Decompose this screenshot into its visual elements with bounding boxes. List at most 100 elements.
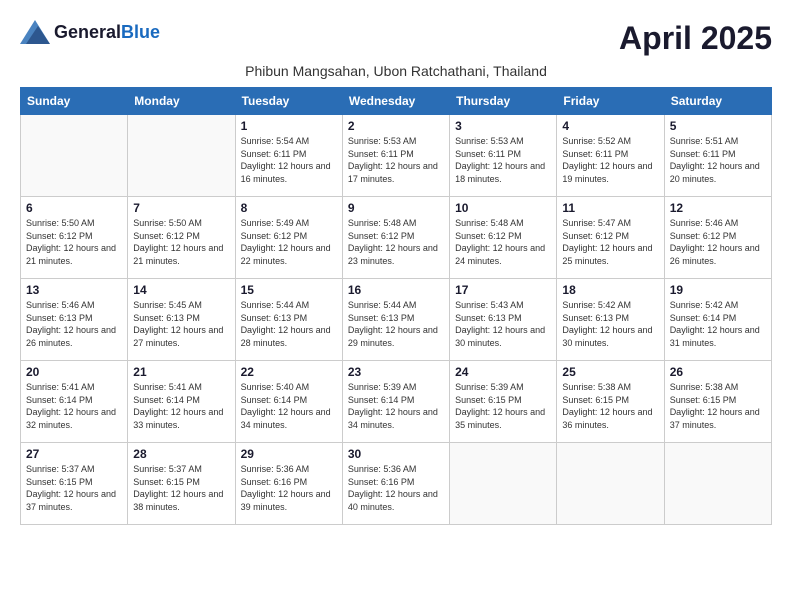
calendar-cell: 21 Sunrise: 5:41 AM Sunset: 6:14 PM Dayli… <box>128 361 235 443</box>
day-number: 27 <box>26 447 122 461</box>
calendar-cell: 15 Sunrise: 5:44 AM Sunset: 6:13 PM Dayli… <box>235 279 342 361</box>
logo-general: General <box>54 22 121 42</box>
day-number: 20 <box>26 365 122 379</box>
calendar-cell: 20 Sunrise: 5:41 AM Sunset: 6:14 PM Dayli… <box>21 361 128 443</box>
header-day-thursday: Thursday <box>450 88 557 115</box>
day-info: Sunrise: 5:50 AM Sunset: 6:12 PM Dayligh… <box>133 217 229 267</box>
day-info: Sunrise: 5:40 AM Sunset: 6:14 PM Dayligh… <box>241 381 337 431</box>
header-day-friday: Friday <box>557 88 664 115</box>
day-info: Sunrise: 5:45 AM Sunset: 6:13 PM Dayligh… <box>133 299 229 349</box>
header-day-tuesday: Tuesday <box>235 88 342 115</box>
calendar-cell: 28 Sunrise: 5:37 AM Sunset: 6:15 PM Dayli… <box>128 443 235 525</box>
day-number: 1 <box>241 119 337 133</box>
day-info: Sunrise: 5:43 AM Sunset: 6:13 PM Dayligh… <box>455 299 551 349</box>
day-number: 8 <box>241 201 337 215</box>
calendar-cell: 26 Sunrise: 5:38 AM Sunset: 6:15 PM Dayli… <box>664 361 771 443</box>
day-info: Sunrise: 5:48 AM Sunset: 6:12 PM Dayligh… <box>348 217 444 267</box>
day-info: Sunrise: 5:36 AM Sunset: 6:16 PM Dayligh… <box>241 463 337 513</box>
header-day-monday: Monday <box>128 88 235 115</box>
day-number: 10 <box>455 201 551 215</box>
day-number: 13 <box>26 283 122 297</box>
day-info: Sunrise: 5:52 AM Sunset: 6:11 PM Dayligh… <box>562 135 658 185</box>
day-info: Sunrise: 5:38 AM Sunset: 6:15 PM Dayligh… <box>670 381 766 431</box>
calendar-cell: 17 Sunrise: 5:43 AM Sunset: 6:13 PM Dayli… <box>450 279 557 361</box>
day-number: 5 <box>670 119 766 133</box>
calendar-cell <box>21 115 128 197</box>
day-info: Sunrise: 5:54 AM Sunset: 6:11 PM Dayligh… <box>241 135 337 185</box>
day-number: 9 <box>348 201 444 215</box>
day-info: Sunrise: 5:38 AM Sunset: 6:15 PM Dayligh… <box>562 381 658 431</box>
day-info: Sunrise: 5:37 AM Sunset: 6:15 PM Dayligh… <box>133 463 229 513</box>
header-day-sunday: Sunday <box>21 88 128 115</box>
day-number: 23 <box>348 365 444 379</box>
calendar-cell: 1 Sunrise: 5:54 AM Sunset: 6:11 PM Daylig… <box>235 115 342 197</box>
day-info: Sunrise: 5:50 AM Sunset: 6:12 PM Dayligh… <box>26 217 122 267</box>
logo: GeneralBlue <box>20 20 160 44</box>
calendar-cell: 4 Sunrise: 5:52 AM Sunset: 6:11 PM Daylig… <box>557 115 664 197</box>
day-info: Sunrise: 5:41 AM Sunset: 6:14 PM Dayligh… <box>26 381 122 431</box>
day-info: Sunrise: 5:47 AM Sunset: 6:12 PM Dayligh… <box>562 217 658 267</box>
day-number: 24 <box>455 365 551 379</box>
calendar-cell: 13Sunrise: 5:46 AM Sunset: 6:13 PM Dayli… <box>21 279 128 361</box>
header-day-saturday: Saturday <box>664 88 771 115</box>
calendar-cell: 12 Sunrise: 5:46 AM Sunset: 6:12 PM Dayli… <box>664 197 771 279</box>
day-number: 26 <box>670 365 766 379</box>
header-day-wednesday: Wednesday <box>342 88 449 115</box>
day-info: Sunrise: 5:44 AM Sunset: 6:13 PM Dayligh… <box>241 299 337 349</box>
calendar-cell: 8Sunrise: 5:49 AM Sunset: 6:12 PM Daylig… <box>235 197 342 279</box>
week-row-3: 13Sunrise: 5:46 AM Sunset: 6:13 PM Dayli… <box>21 279 772 361</box>
day-info: Sunrise: 5:36 AM Sunset: 6:16 PM Dayligh… <box>348 463 444 513</box>
calendar-cell <box>128 115 235 197</box>
calendar-cell: 7 Sunrise: 5:50 AM Sunset: 6:12 PM Daylig… <box>128 197 235 279</box>
calendar-cell <box>450 443 557 525</box>
day-number: 6 <box>26 201 122 215</box>
day-number: 15 <box>241 283 337 297</box>
calendar-header: SundayMondayTuesdayWednesdayThursdayFrid… <box>21 88 772 115</box>
calendar-body: 1 Sunrise: 5:54 AM Sunset: 6:11 PM Daylig… <box>21 115 772 525</box>
day-number: 21 <box>133 365 229 379</box>
day-info: Sunrise: 5:39 AM Sunset: 6:15 PM Dayligh… <box>455 381 551 431</box>
day-info: Sunrise: 5:53 AM Sunset: 6:11 PM Dayligh… <box>455 135 551 185</box>
day-number: 30 <box>348 447 444 461</box>
day-info: Sunrise: 5:41 AM Sunset: 6:14 PM Dayligh… <box>133 381 229 431</box>
header: GeneralBlue April 2025 <box>20 20 772 57</box>
day-number: 18 <box>562 283 658 297</box>
calendar-cell: 9 Sunrise: 5:48 AM Sunset: 6:12 PM Daylig… <box>342 197 449 279</box>
day-info: Sunrise: 5:37 AM Sunset: 6:15 PM Dayligh… <box>26 463 122 513</box>
calendar-cell: 6 Sunrise: 5:50 AM Sunset: 6:12 PM Daylig… <box>21 197 128 279</box>
day-info: Sunrise: 5:42 AM Sunset: 6:14 PM Dayligh… <box>670 299 766 349</box>
calendar-cell: 18 Sunrise: 5:42 AM Sunset: 6:13 PM Dayli… <box>557 279 664 361</box>
day-info: Sunrise: 5:42 AM Sunset: 6:13 PM Dayligh… <box>562 299 658 349</box>
day-number: 29 <box>241 447 337 461</box>
calendar-cell: 14 Sunrise: 5:45 AM Sunset: 6:13 PM Dayli… <box>128 279 235 361</box>
day-number: 7 <box>133 201 229 215</box>
day-info: Sunrise: 5:39 AM Sunset: 6:14 PM Dayligh… <box>348 381 444 431</box>
week-row-2: 6 Sunrise: 5:50 AM Sunset: 6:12 PM Daylig… <box>21 197 772 279</box>
calendar-cell: 25Sunrise: 5:38 AM Sunset: 6:15 PM Dayli… <box>557 361 664 443</box>
calendar-cell <box>664 443 771 525</box>
day-number: 14 <box>133 283 229 297</box>
day-info: Sunrise: 5:46 AM Sunset: 6:12 PM Dayligh… <box>670 217 766 267</box>
calendar-cell: 29 Sunrise: 5:36 AM Sunset: 6:16 PM Dayli… <box>235 443 342 525</box>
day-number: 28 <box>133 447 229 461</box>
calendar-cell: 10 Sunrise: 5:48 AM Sunset: 6:12 PM Dayli… <box>450 197 557 279</box>
week-row-1: 1 Sunrise: 5:54 AM Sunset: 6:11 PM Daylig… <box>21 115 772 197</box>
day-number: 4 <box>562 119 658 133</box>
day-number: 2 <box>348 119 444 133</box>
day-number: 12 <box>670 201 766 215</box>
day-number: 22 <box>241 365 337 379</box>
day-number: 19 <box>670 283 766 297</box>
week-row-5: 27 Sunrise: 5:37 AM Sunset: 6:15 PM Dayli… <box>21 443 772 525</box>
calendar-cell: 5 Sunrise: 5:51 AM Sunset: 6:11 PM Daylig… <box>664 115 771 197</box>
calendar-table: SundayMondayTuesdayWednesdayThursdayFrid… <box>20 87 772 525</box>
day-info: Sunrise: 5:48 AM Sunset: 6:12 PM Dayligh… <box>455 217 551 267</box>
calendar-cell: 24 Sunrise: 5:39 AM Sunset: 6:15 PM Dayli… <box>450 361 557 443</box>
week-row-4: 20 Sunrise: 5:41 AM Sunset: 6:14 PM Dayli… <box>21 361 772 443</box>
day-number: 17 <box>455 283 551 297</box>
day-info: Sunrise: 5:53 AM Sunset: 6:11 PM Dayligh… <box>348 135 444 185</box>
title-area: April 2025 <box>619 20 772 57</box>
subtitle: Phibun Mangsahan, Ubon Ratchathani, Thai… <box>20 63 772 79</box>
calendar-cell: 30 Sunrise: 5:36 AM Sunset: 6:16 PM Dayli… <box>342 443 449 525</box>
day-number: 11 <box>562 201 658 215</box>
day-info: Sunrise: 5:51 AM Sunset: 6:11 PM Dayligh… <box>670 135 766 185</box>
